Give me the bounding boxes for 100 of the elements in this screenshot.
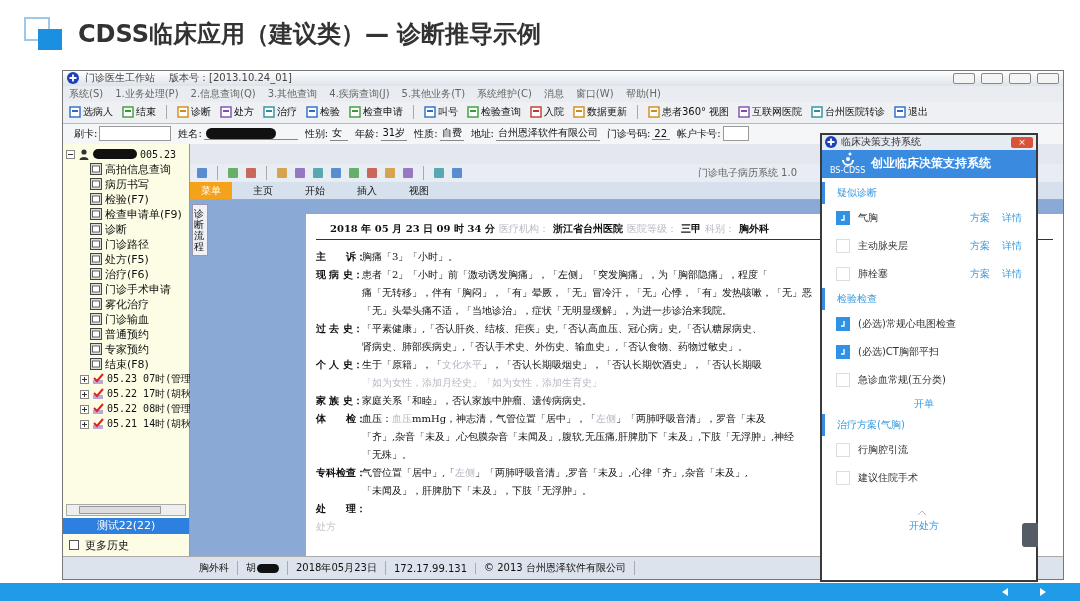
- square-icon[interactable]: [245, 166, 257, 179]
- menu-item[interactable]: 帮助(H): [625, 86, 661, 101]
- field-value: 女: [330, 126, 349, 142]
- checkmark-icon: [92, 388, 104, 401]
- square-icon[interactable]: [196, 166, 208, 179]
- menu-item[interactable]: 1.业务处理(P): [115, 86, 179, 101]
- toolbar-button[interactable]: 结束: [120, 104, 158, 121]
- tree-item[interactable]: 病历书写: [105, 176, 149, 192]
- square-icon[interactable]: [433, 166, 445, 179]
- menu-item[interactable]: 消息: [543, 86, 564, 101]
- person-icon: [78, 148, 90, 161]
- previous-icon[interactable]: [1000, 587, 1010, 597]
- tree-item[interactable]: 处方(F5): [105, 251, 149, 267]
- checkbox[interactable]: [836, 344, 850, 359]
- expand-icon[interactable]: [80, 389, 89, 399]
- field-value: 台州恩泽软件有限公司: [496, 126, 600, 142]
- tree-item[interactable]: 检查申请单(F9): [105, 206, 182, 222]
- toolbar-button[interactable]: 检验: [304, 104, 342, 121]
- tree-item[interactable]: 检验(F7): [105, 191, 149, 207]
- tree-item[interactable]: 门诊输血: [105, 311, 149, 327]
- tree-item[interactable]: 雾化治疗: [105, 296, 149, 312]
- square-icon[interactable]: [384, 166, 396, 179]
- section-heading: 检验检查: [822, 287, 877, 310]
- selected-patient[interactable]: 测试22(22): [63, 518, 189, 535]
- collapse-icon[interactable]: [66, 149, 75, 159]
- menu-item[interactable]: 5.其他业务(T): [401, 86, 466, 101]
- menu-item[interactable]: 系统(S): [69, 86, 104, 101]
- tree-item[interactable]: 专家预约: [105, 341, 149, 357]
- status-text: 胡: [246, 561, 256, 576]
- tree-item[interactable]: 05.22 17时(胡秋: [107, 387, 192, 402]
- side-tab[interactable]: 诊断流程: [192, 203, 208, 256]
- document-icon: [424, 106, 436, 119]
- toolbar-button[interactable]: 互联网医院: [736, 104, 805, 121]
- slide-title: CDSS临床应用（建议类）— 诊断推导示例: [78, 18, 542, 50]
- square-icon[interactable]: [330, 166, 342, 179]
- field-label: 姓名:: [178, 126, 202, 141]
- input-field[interactable]: [722, 126, 749, 142]
- caret-up-icon[interactable]: [917, 509, 927, 516]
- toolbar-button[interactable]: 诊断: [175, 104, 213, 121]
- tree-item[interactable]: 结束(F8): [105, 356, 149, 372]
- menu-item[interactable]: 2.信息查询(Q): [190, 86, 256, 101]
- square-icon[interactable]: [348, 166, 360, 179]
- field-label: 医疗机构：: [498, 221, 549, 236]
- record-text: 家庭关系「和睦」，否认家族中肿瘤、遗传病病史。: [362, 394, 592, 406]
- checkbox[interactable]: [836, 316, 850, 331]
- toolbar-button[interactable]: 入院: [528, 104, 566, 121]
- checkmark-icon: [92, 373, 104, 386]
- square-icon[interactable]: [366, 166, 378, 179]
- toolbar-button[interactable]: 治疗: [261, 104, 299, 121]
- document-icon: [738, 106, 751, 119]
- form-icon: [90, 328, 102, 341]
- tree-item[interactable]: 05.23 07时(管理: [107, 372, 192, 387]
- toolbar-button[interactable]: 处方: [218, 104, 256, 121]
- square-icon[interactable]: [276, 166, 288, 179]
- toolbar-button[interactable]: 检验查询: [465, 104, 523, 121]
- input-field[interactable]: [99, 126, 172, 142]
- tree-item[interactable]: 治疗(F6): [105, 266, 149, 282]
- square-icon[interactable]: [451, 166, 463, 179]
- toolbar-button[interactable]: 患者360° 视图: [646, 104, 732, 121]
- next-icon[interactable]: [1038, 587, 1048, 597]
- close-button[interactable]: ×: [1011, 136, 1033, 148]
- square-icon[interactable]: [312, 166, 324, 179]
- scrollbar[interactable]: [66, 504, 186, 517]
- ribbon-tab[interactable]: 插入: [346, 181, 388, 199]
- menu-item[interactable]: 4.疾病查询(J): [329, 86, 390, 101]
- expand-icon[interactable]: [80, 419, 89, 429]
- toolbar-button[interactable]: 检查申请: [347, 104, 405, 121]
- expand-icon[interactable]: [80, 374, 89, 384]
- checkbox[interactable]: [836, 210, 850, 225]
- tree-item[interactable]: 05.21 14时(胡秋: [107, 417, 192, 432]
- tree-item[interactable]: 05.22 08时(管理: [107, 402, 192, 417]
- menu-item[interactable]: 系统维护(C): [477, 86, 532, 101]
- field-label: 帐户卡号:: [677, 126, 721, 141]
- tree-item[interactable]: 诊断: [105, 221, 127, 237]
- field-value: 2018 年 05 月 23 日 09 时 34 分: [330, 221, 495, 236]
- tree-item[interactable]: 门诊手术申请: [105, 281, 171, 297]
- menu-item[interactable]: 3.其他查询: [267, 86, 318, 101]
- tree-item[interactable]: 门诊路径: [105, 236, 149, 252]
- square-icon[interactable]: [294, 166, 306, 179]
- section-label: 处 理：: [316, 501, 362, 516]
- toolbar-button[interactable]: 退出: [892, 104, 931, 121]
- expand-icon[interactable]: [80, 404, 89, 414]
- ribbon-tab[interactable]: 开始: [294, 181, 336, 199]
- checkbox-label: (必选)CT胸部平扫: [858, 344, 939, 359]
- square-icon[interactable]: [402, 166, 414, 179]
- checkbox[interactable]: [69, 540, 79, 551]
- tree-item[interactable]: 高拍信息查询: [105, 161, 171, 177]
- square-icon[interactable]: [227, 166, 239, 179]
- field-value: 31岁: [380, 126, 408, 142]
- section-label: 体 检：: [316, 411, 362, 426]
- window-title: 临床决策支持系统: [841, 135, 921, 150]
- ribbon-tab[interactable]: 视图: [398, 181, 440, 199]
- floating-button[interactable]: [1022, 522, 1038, 547]
- toolbar-button[interactable]: 叫号: [422, 104, 460, 121]
- ribbon-tab[interactable]: 主页: [242, 181, 284, 199]
- tree-item[interactable]: 普通预约: [105, 326, 149, 342]
- toolbar-button[interactable]: 数据更新: [571, 104, 629, 121]
- toolbar-button[interactable]: 台州医院转诊: [809, 104, 888, 121]
- menu-item[interactable]: 窗口(W): [575, 86, 614, 101]
- toolbar-button[interactable]: 选病人: [67, 104, 115, 121]
